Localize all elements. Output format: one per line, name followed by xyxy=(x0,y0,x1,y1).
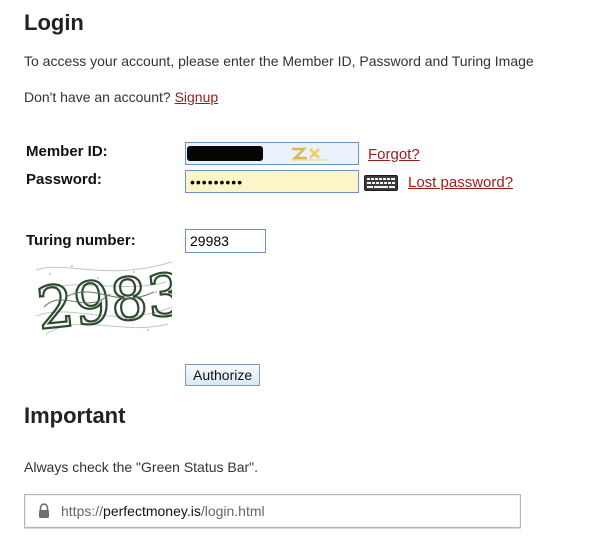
captcha-image: 2983 xyxy=(32,252,188,344)
keyboard-icon[interactable] xyxy=(364,175,398,191)
autofill-logo xyxy=(289,145,329,162)
url-prefix: https:// xyxy=(61,503,104,519)
member-id-field[interactable] xyxy=(185,142,359,165)
url-domain: perfectmoney.is xyxy=(103,503,201,519)
lock-icon xyxy=(37,503,51,519)
authorize-button[interactable]: Authorize xyxy=(185,364,261,386)
lost-password-link[interactable]: Lost password? xyxy=(408,174,513,192)
turing-number-input[interactable] xyxy=(185,229,266,253)
intro-text: To access your account, please enter the… xyxy=(24,53,534,69)
turing-number-label: Turing number: xyxy=(26,232,136,249)
important-title: Important xyxy=(24,403,126,428)
green-status-bar: https://perfectmoney.is/login.html xyxy=(24,494,521,528)
important-text: Always check the "Green Status Bar". xyxy=(24,459,259,475)
member-id-redaction xyxy=(187,146,263,161)
no-account-text: Don't have an account? xyxy=(24,89,175,105)
signup-link[interactable]: Signup xyxy=(175,89,219,105)
password-input[interactable] xyxy=(185,170,359,193)
forgot-link[interactable]: Forgot? xyxy=(368,146,420,164)
member-id-label: Member ID: xyxy=(26,143,108,160)
url-path: /login.html xyxy=(200,503,265,519)
password-label: Password: xyxy=(26,171,102,188)
status-bar-url: https://perfectmoney.is/login.html xyxy=(61,503,265,519)
page-title: Login xyxy=(24,10,84,35)
signup-row: Don't have an account? Signup xyxy=(24,89,218,106)
